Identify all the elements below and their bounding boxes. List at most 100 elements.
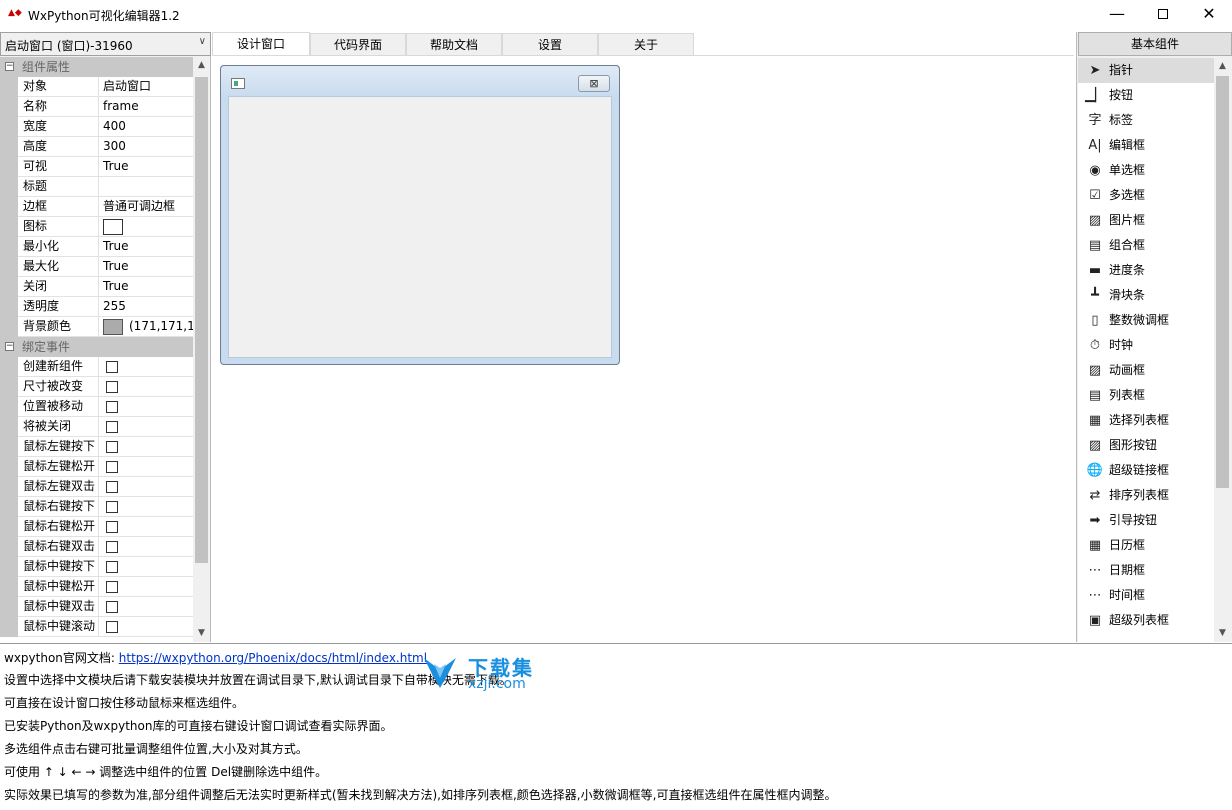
collapse-icon[interactable]: −	[5, 62, 14, 71]
event-checkbox[interactable]	[106, 561, 118, 573]
property-row[interactable]: 高度 300	[0, 137, 193, 157]
event-checkbox[interactable]	[106, 461, 118, 473]
frame-client-area[interactable]	[228, 96, 612, 358]
frame-close-icon[interactable]: ⊠	[578, 75, 610, 92]
property-value[interactable]: True	[99, 237, 193, 257]
property-row[interactable]: 最小化 True	[0, 237, 193, 257]
chevron-down-icon[interactable]: ∨	[199, 36, 206, 47]
close-button[interactable]: ✕	[1186, 0, 1232, 30]
property-value[interactable]: True	[99, 257, 193, 277]
event-checkbox[interactable]	[106, 361, 118, 373]
scroll-up-icon[interactable]: ▲	[193, 57, 210, 74]
scroll-down-icon[interactable]: ▼	[193, 625, 210, 642]
event-checkbox[interactable]	[106, 501, 118, 513]
frame-title-bar[interactable]: ⊠	[221, 66, 619, 96]
tab-3[interactable]: 帮助文档	[406, 33, 502, 56]
scroll-up-icon[interactable]: ▲	[1214, 58, 1231, 75]
event-row[interactable]: 鼠标中键滚动	[0, 617, 193, 637]
palette-item[interactable]: ▨ 图片框	[1078, 208, 1214, 233]
event-row[interactable]: 尺寸被改变	[0, 377, 193, 397]
tab-2[interactable]: 代码界面	[310, 33, 406, 56]
property-value[interactable]: 启动窗口	[99, 77, 193, 97]
property-scrollbar[interactable]: ▲ ▼	[193, 57, 210, 642]
property-row[interactable]: 宽度 400	[0, 117, 193, 137]
palette-item[interactable]: ┻ 滑块条	[1078, 283, 1214, 308]
event-checkbox[interactable]	[106, 541, 118, 553]
property-row[interactable]: 标题	[0, 177, 193, 197]
property-row[interactable]: 最大化 True	[0, 257, 193, 277]
color-swatch[interactable]	[103, 318, 123, 335]
property-value[interactable]: 普通可调边框	[99, 197, 193, 217]
event-checkbox[interactable]	[106, 601, 118, 613]
tab-1[interactable]: 设计窗口	[212, 32, 310, 56]
property-row[interactable]: 透明度 255	[0, 297, 193, 317]
doc-link[interactable]: https://wxpython.org/Phoenix/docs/html/i…	[119, 651, 427, 665]
palette-item[interactable]: ▤ 列表框	[1078, 383, 1214, 408]
palette-item[interactable]: ⇄ 排序列表框	[1078, 483, 1214, 508]
event-checkbox[interactable]	[106, 441, 118, 453]
palette-item[interactable]: ▦ 日历框	[1078, 533, 1214, 558]
property-value[interactable]: True	[99, 157, 193, 177]
palette-item[interactable]: ➡ 引导按钮	[1078, 508, 1214, 533]
event-row[interactable]: 鼠标中键松开	[0, 577, 193, 597]
event-row[interactable]: 鼠标左键双击	[0, 477, 193, 497]
palette-item[interactable]: ▨ 动画框	[1078, 358, 1214, 383]
event-row[interactable]: 将被关闭	[0, 417, 193, 437]
property-value[interactable]: 400	[99, 117, 193, 137]
palette-item[interactable]: ⏱ 时钟	[1078, 333, 1214, 358]
palette-item[interactable]: ▨ 图形按钮	[1078, 433, 1214, 458]
event-checkbox[interactable]	[106, 581, 118, 593]
minimize-button[interactable]: —	[1094, 0, 1140, 30]
property-value[interactable]	[99, 217, 193, 237]
event-row[interactable]: 鼠标左键按下	[0, 437, 193, 457]
window-selector[interactable]: 启动窗口 (窗口)-31960 ∨	[0, 32, 211, 56]
event-checkbox[interactable]	[106, 521, 118, 533]
property-value[interactable]: True	[99, 277, 193, 297]
event-row[interactable]: 位置被移动	[0, 397, 193, 417]
palette-item[interactable]: ▬ 进度条	[1078, 258, 1214, 283]
scroll-down-icon[interactable]: ▼	[1214, 625, 1231, 642]
property-row[interactable]: 可视 True	[0, 157, 193, 177]
property-value[interactable]	[99, 177, 193, 197]
event-checkbox[interactable]	[106, 381, 118, 393]
property-value[interactable]: frame	[99, 97, 193, 117]
property-row[interactable]: 背景颜色 (171,171,1	[0, 317, 193, 337]
tab-4[interactable]: 设置	[502, 33, 598, 56]
palette-item[interactable]: ▤ 组合框	[1078, 233, 1214, 258]
event-checkbox[interactable]	[106, 401, 118, 413]
event-row[interactable]: 鼠标右键松开	[0, 517, 193, 537]
designed-frame[interactable]: ⊠	[220, 65, 620, 365]
property-row[interactable]: 图标	[0, 217, 193, 237]
palette-item[interactable]: ▯ 整数微调框	[1078, 308, 1214, 333]
event-row[interactable]: 鼠标左键松开	[0, 457, 193, 477]
design-canvas[interactable]: ⊠	[212, 55, 1074, 642]
palette-item[interactable]: ◉ 单选框	[1078, 158, 1214, 183]
collapse-icon[interactable]: −	[5, 342, 14, 351]
palette-item[interactable]: 🌐 超级链接框	[1078, 458, 1214, 483]
property-row[interactable]: 边框 普通可调边框	[0, 197, 193, 217]
maximize-button[interactable]	[1140, 0, 1186, 30]
palette-item[interactable]: ▣ 超级列表框	[1078, 608, 1214, 633]
event-checkbox[interactable]	[106, 481, 118, 493]
scroll-thumb[interactable]	[195, 77, 208, 563]
property-row[interactable]: 关闭 True	[0, 277, 193, 297]
property-row[interactable]: 对象 启动窗口	[0, 77, 193, 97]
event-row[interactable]: 鼠标右键双击	[0, 537, 193, 557]
scroll-thumb[interactable]	[1216, 76, 1229, 488]
event-row[interactable]: 鼠标中键双击	[0, 597, 193, 617]
palette-item[interactable]: ▁▏ 按钮	[1078, 83, 1214, 108]
palette-header-button[interactable]: 基本组件	[1078, 32, 1232, 56]
palette-item[interactable]: A| 编辑框	[1078, 133, 1214, 158]
palette-item[interactable]: ☑ 多选框	[1078, 183, 1214, 208]
palette-item[interactable]: 字标签	[1078, 108, 1214, 133]
palette-item[interactable]: ⋯ 日期框	[1078, 558, 1214, 583]
tab-5[interactable]: 关于	[598, 33, 694, 56]
palette-item[interactable]: ➤ 指针	[1078, 58, 1214, 83]
category-properties[interactable]: − 组件属性	[0, 57, 193, 77]
event-checkbox[interactable]	[106, 621, 118, 633]
property-row[interactable]: 名称 frame	[0, 97, 193, 117]
event-checkbox[interactable]	[106, 421, 118, 433]
palette-scrollbar[interactable]: ▲ ▼	[1214, 58, 1231, 642]
property-value[interactable]: 300	[99, 137, 193, 157]
icon-picker-box[interactable]	[103, 219, 123, 235]
